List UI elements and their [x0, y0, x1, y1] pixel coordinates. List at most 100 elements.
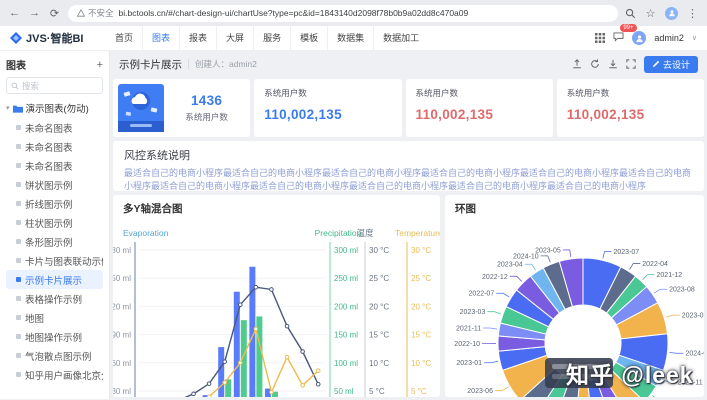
nav-item-6[interactable]: 数据集	[327, 26, 373, 50]
notice-title: 风控系统说明	[124, 147, 693, 163]
bookmark-star-icon[interactable]: ☆	[644, 7, 657, 20]
svg-text:2022-07: 2022-07	[469, 291, 495, 298]
messages-icon[interactable]: 99+	[613, 29, 624, 47]
chart-item-icon	[16, 315, 21, 320]
creator-label: 创建人：admin2	[195, 58, 257, 70]
svg-text:120 ml: 120 ml	[113, 302, 131, 311]
search-input[interactable]	[22, 81, 92, 91]
nav-item-2[interactable]: 报表	[179, 26, 216, 50]
sidebar-item-12[interactable]: 气泡散点图示例	[6, 346, 103, 365]
svg-text:25 °C: 25 °C	[411, 274, 431, 283]
multi-axis-chart-card: 多Y轴混合图 EvaporationPrecipitation温度Tempera…	[113, 195, 440, 397]
svg-text:30 ml: 30 ml	[113, 387, 131, 396]
nav-item-4[interactable]: 服务	[253, 26, 290, 50]
sidebar-item-2[interactable]: 未命名图表	[6, 156, 103, 175]
url-text: bi.bctools.cn/#/chart-design-ui/chartUse…	[119, 8, 469, 18]
svg-text:温度: 温度	[356, 228, 374, 238]
chart-item-icon	[16, 220, 21, 225]
username-label[interactable]: admin2	[654, 33, 684, 43]
sidebar-search[interactable]	[6, 77, 103, 94]
main-panel: 示例卡片展示 创建人：admin2 去设计	[110, 51, 707, 399]
add-chart-button[interactable]: +	[97, 59, 103, 71]
nav-item-7[interactable]: 数据加工	[373, 26, 428, 50]
sidebar-item-4[interactable]: 折线图示例	[6, 194, 103, 213]
stat-cards-row: 1436系统用户数系统用户数110,002,135系统用户数110,002,13…	[113, 79, 704, 137]
main-nav: 首页图表报表大屏服务模板数据集数据加工	[106, 26, 428, 50]
svg-text:2023-01: 2023-01	[456, 360, 482, 367]
browser-profile-avatar[interactable]	[665, 7, 678, 20]
browser-menu-icon[interactable]: ⋮	[686, 7, 699, 20]
stat-value: 110,002,135	[264, 107, 391, 122]
svg-text:20 °C: 20 °C	[369, 302, 389, 311]
stat-card-1: 系统用户数110,002,135	[254, 79, 401, 137]
app-logo[interactable]: JVS·智能BI	[10, 30, 106, 46]
address-bar[interactable]: 不安全 bi.bctools.cn/#/chart-design-ui/char…	[68, 5, 618, 22]
folder-icon	[13, 104, 23, 113]
stat-label: 系统用户数	[567, 87, 694, 99]
download-icon[interactable]	[608, 59, 618, 69]
svg-text:15 °C: 15 °C	[369, 331, 389, 340]
sidebar-item-7[interactable]: 卡片与图表联动示例	[6, 251, 103, 270]
search-icon	[11, 82, 19, 90]
svg-text:300 ml: 300 ml	[334, 246, 358, 255]
chart-item-icon	[16, 125, 21, 130]
sidebar-item-11[interactable]: 地图操作示例	[6, 327, 103, 346]
stat-label: 系统用户数	[168, 111, 245, 123]
multi-axis-chart[interactable]: EvaporationPrecipitation温度Temperature180…	[113, 216, 440, 397]
chat-bubble-icon	[613, 32, 624, 42]
sidebar-title: 图表	[6, 57, 26, 72]
browser-chrome: ← → ⟳ 不安全 bi.bctools.cn/#/chart-design-u…	[0, 0, 707, 26]
sidebar-item-5[interactable]: 柱状图示例	[6, 213, 103, 232]
sidebar-item-6[interactable]: 条形图示例	[6, 232, 103, 251]
sidebar-item-8[interactable]: 示例卡片展示	[6, 270, 103, 289]
tree-folder[interactable]: ▾ 演示图表(勿动)	[6, 101, 103, 115]
forward-icon[interactable]: →	[28, 7, 41, 19]
nav-item-0[interactable]: 首页	[106, 26, 142, 50]
svg-text:10 °C: 10 °C	[411, 359, 431, 368]
svg-text:2023-06: 2023-06	[467, 388, 493, 395]
message-count-badge: 99+	[620, 24, 636, 32]
svg-text:180 ml: 180 ml	[113, 246, 131, 255]
security-warning[interactable]: 不安全	[77, 7, 114, 19]
sidebar-item-10[interactable]: 地图	[6, 308, 103, 327]
svg-text:2023-02: 2023-02	[682, 313, 704, 320]
stat-value: 110,002,135	[567, 107, 694, 122]
refresh-icon[interactable]	[590, 59, 600, 69]
sidebar-item-9[interactable]: 表格操作示例	[6, 289, 103, 308]
sidebar-item-3[interactable]: 饼状图示例	[6, 175, 103, 194]
user-avatar[interactable]	[632, 31, 646, 45]
chart-item-icon	[16, 353, 21, 358]
app-header: JVS·智能BI 首页图表报表大屏服务模板数据集数据加工 99+ admin2 …	[0, 26, 707, 51]
folder-label: 演示图表(勿动)	[26, 101, 89, 115]
zoom-icon[interactable]	[625, 8, 636, 19]
svg-text:Precipitation: Precipitation	[315, 228, 362, 238]
notice-body: 最适合自己的电商小程序最适合自己的电商小程序最适合自己的电商小程序最适合自己的电…	[124, 167, 693, 191]
nav-item-1[interactable]: 图表	[142, 26, 179, 50]
sidebar-item-13[interactable]: 知乎用户画像北京分布	[6, 365, 103, 384]
go-design-button[interactable]: 去设计	[644, 56, 698, 73]
sidebar-item-1[interactable]: 未命名图表	[6, 137, 103, 156]
caret-down-icon: ▾	[6, 104, 10, 112]
svg-text:60 ml: 60 ml	[113, 359, 131, 368]
back-icon[interactable]: ←	[8, 7, 21, 19]
svg-text:2023-08: 2023-08	[669, 287, 695, 294]
nav-item-5[interactable]: 模板	[290, 26, 327, 50]
page-title: 示例卡片展示	[119, 57, 182, 72]
sidebar-item-0[interactable]: 未命名图表	[6, 118, 103, 137]
reload-icon[interactable]: ⟳	[48, 7, 61, 20]
svg-text:2023-04: 2023-04	[497, 262, 523, 269]
svg-text:2022-04: 2022-04	[642, 261, 668, 268]
user-dropdown-icon[interactable]: ∨	[692, 34, 697, 42]
share-icon[interactable]	[572, 59, 582, 69]
donut-chart-title: 环图	[445, 195, 704, 216]
apps-grid-icon[interactable]	[595, 33, 605, 43]
nav-item-3[interactable]: 大屏	[216, 26, 253, 50]
fullscreen-icon[interactable]	[626, 59, 636, 69]
chart-item-icon	[16, 163, 21, 168]
svg-text:100 ml: 100 ml	[334, 359, 358, 368]
chart-item-icon	[16, 201, 21, 206]
chart-item-icon	[16, 258, 21, 263]
svg-text:90 ml: 90 ml	[113, 331, 131, 340]
chart-item-icon	[16, 239, 21, 244]
svg-text:2023-05: 2023-05	[535, 247, 561, 254]
